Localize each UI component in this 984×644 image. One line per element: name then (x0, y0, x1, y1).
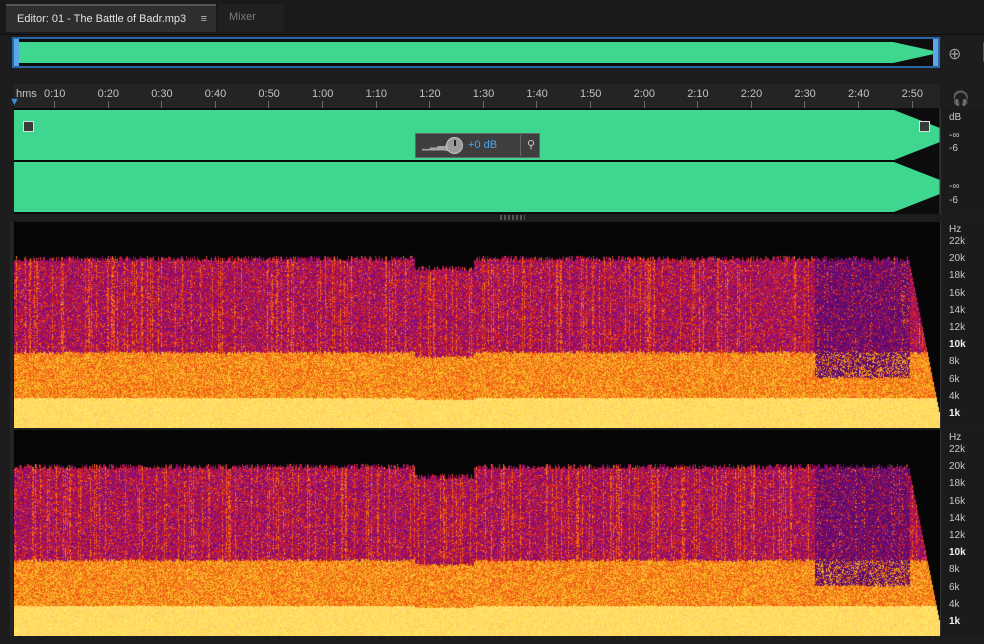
ruler-tick-mark (804, 101, 806, 108)
playhead-marker-icon[interactable]: ▼ (9, 96, 20, 108)
ruler-tick-mark (911, 101, 913, 108)
hz-unit-left: Hz (949, 224, 962, 235)
ruler-tick-label: 0:50 (258, 88, 280, 100)
panel-options-icon[interactable]: ▐ (978, 44, 984, 64)
waveform-display[interactable] (14, 108, 940, 214)
track-edge-bar (10, 222, 13, 636)
ruler-tick-label: 2:00 (633, 88, 656, 100)
hz-label: 22k (949, 444, 966, 455)
hz-label: 10k (949, 547, 966, 559)
hz-label: 22k (949, 236, 966, 247)
waveform-svg (14, 108, 940, 214)
ruler-tick-label: 2:20 (740, 88, 763, 100)
waveform-db-scale: dB -∞ -6 -∞ -6 (940, 108, 984, 214)
panel-split-handle[interactable] (500, 215, 525, 220)
spectral-display-right[interactable] (14, 430, 940, 636)
volume-knob[interactable] (446, 137, 463, 154)
ruler-tick-mark (322, 101, 323, 108)
hz-label: 16k (949, 495, 966, 507)
ruler-tick-label: 1:50 (580, 88, 602, 100)
level-meter-icon: ▁▂▃▄ (422, 140, 453, 151)
ruler-tick-label: 0:30 (151, 88, 173, 100)
channel-toggle-icon-right[interactable] (919, 121, 930, 132)
db-inf-top: -∞ (949, 130, 960, 141)
ruler-tick-label: 1:20 (419, 88, 441, 100)
ruler-tick-mark (750, 101, 752, 108)
ruler-tick-mark (268, 101, 270, 108)
hz-label: 6k (949, 581, 960, 593)
spectrogram-canvas-left (14, 222, 940, 428)
ruler-tick-label: 0:10 (44, 88, 66, 100)
ruler-tick-mark (590, 101, 591, 108)
hz-label: 4k (949, 598, 960, 610)
spectral-scale-left: Hz 22k 20k 18k 16k 14k 12k 10k 8k 6k 4k 1k (940, 222, 984, 428)
waveform-channel-right (14, 162, 894, 212)
ruler-tick-mark (697, 101, 699, 108)
headphones-icon[interactable]: 🎧 (952, 90, 969, 106)
overview-wave-fade (893, 42, 934, 63)
hz-label: 8k (949, 356, 960, 368)
db-unit: dB (949, 112, 962, 123)
ruler-tick-mark (858, 101, 859, 108)
db-minus6-top: -6 (949, 143, 958, 154)
spectrogram-canvas-right (14, 430, 940, 636)
db-minus6-bottom: -6 (949, 195, 958, 206)
zoom-to-selection-icon[interactable]: ⊕ (948, 44, 970, 64)
time-ruler[interactable]: hms 0:10 0:20 0:30 0:40 0:50 1:00 1:10 1:20 1:30… (14, 84, 940, 108)
hz-unit-right: Hz (949, 432, 962, 443)
ruler-tick-label: 1:00 (312, 88, 334, 100)
ruler-tick-mark (161, 101, 163, 108)
tab-editor-label: Editor: 01 - The Battle of Badr.mp3 (17, 13, 187, 25)
ruler-tick-label: 1:40 (526, 88, 548, 100)
hz-label: 14k (949, 512, 966, 524)
ruler-tick-mark (107, 101, 109, 108)
tab-menu-icon[interactable]: ≡ (201, 6, 207, 32)
overview-left-handle[interactable] (14, 39, 19, 66)
hz-label: 8k (949, 564, 960, 576)
ruler-tick-mark (375, 101, 377, 108)
ruler-tick-label: 2:10 (687, 88, 709, 100)
hz-label: 1k (949, 616, 961, 627)
hz-label: 16k (949, 287, 966, 299)
ruler-tick-label: 1:30 (472, 88, 495, 100)
hz-label: 10k (949, 339, 966, 351)
ruler-tick-label: 1:10 (365, 88, 388, 100)
overview-right-handle[interactable] (933, 39, 938, 66)
tab-mixer[interactable]: Mixer (218, 4, 284, 32)
overview-navigator[interactable] (12, 37, 940, 68)
pin-icon[interactable]: ⚲ (520, 135, 541, 156)
hz-label: 12k (949, 322, 966, 333)
ruler-tick-label: 0:20 (97, 88, 120, 100)
hz-label: 14k (949, 304, 966, 316)
tab-editor[interactable]: Editor: 01 - The Battle of Badr.mp3 ≡ (6, 4, 216, 32)
ruler-tick-mark (429, 101, 431, 108)
spectral-scale-right: Hz 22k 20k 18k 16k 14k 12k 10k 8k 6k 4k 1k (940, 430, 984, 636)
ruler-tick-label: 2:30 (794, 88, 816, 100)
hz-label: 20k (949, 253, 966, 265)
hz-label: 1k (949, 408, 961, 419)
ruler-tick-mark (536, 101, 538, 108)
ruler-tick-mark (643, 101, 645, 108)
ruler-tick-label: 2:40 (848, 88, 870, 100)
ruler-tick-label: 2:50 (901, 88, 924, 100)
tab-bar: Editor: 01 - The Battle of Badr.mp3 ≡ Mi… (0, 0, 984, 35)
db-inf-bottom: -∞ (949, 181, 960, 192)
volume-value[interactable]: +0 dB (468, 139, 497, 151)
tab-mixer-label: Mixer (229, 11, 256, 23)
overview-waveform (18, 42, 934, 63)
hz-label: 4k (949, 390, 960, 402)
ruler-tick-mark (54, 101, 55, 108)
hz-label: 18k (949, 270, 966, 282)
overview-wave-body (18, 42, 893, 63)
hz-label: 18k (949, 478, 966, 490)
ruler-tick-label: 0:40 (204, 88, 227, 100)
volume-hud[interactable]: ▁▂▃▄ +0 dB ⚲ (415, 133, 540, 158)
channel-toggle-icon[interactable] (23, 121, 34, 132)
hz-label: 20k (949, 461, 966, 473)
ruler-tick-mark (214, 101, 216, 108)
hz-label: 12k (949, 530, 966, 541)
ruler-tick-mark (482, 101, 484, 108)
spectral-display-left[interactable] (14, 222, 940, 428)
hz-label: 6k (949, 373, 960, 385)
